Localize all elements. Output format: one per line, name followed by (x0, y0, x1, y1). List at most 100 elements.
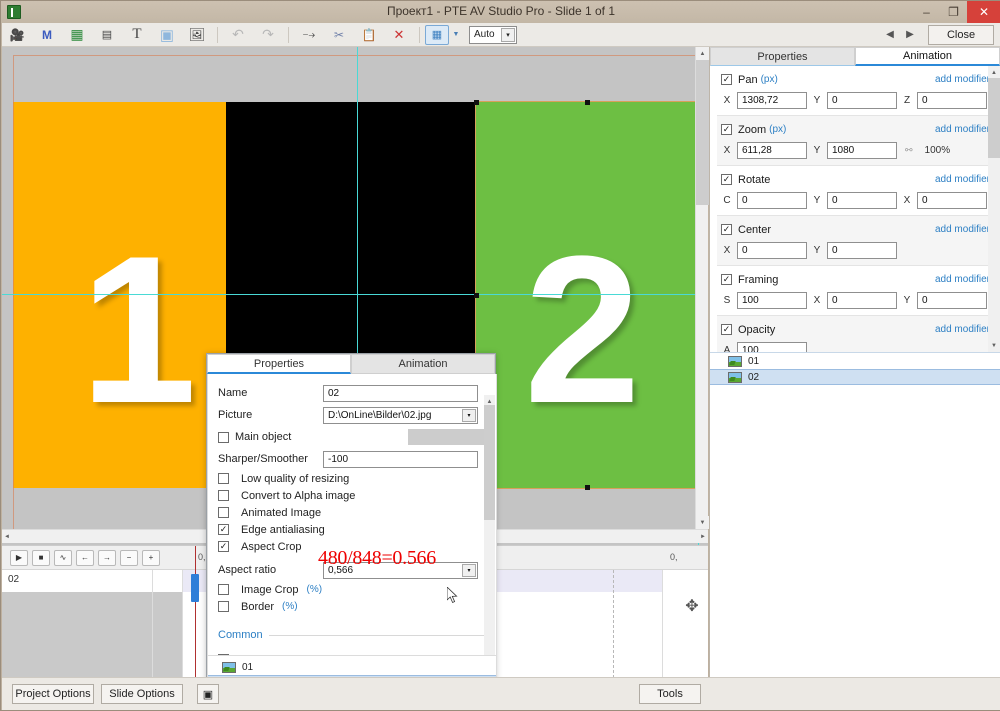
right-panel-scrollbar[interactable]: ▲ ▼ (988, 66, 1000, 352)
object-orange-panel[interactable]: 1 (13, 102, 226, 488)
opacity-add-modifier-link[interactable]: add modifier (935, 324, 990, 335)
cut-icon[interactable]: ✂ (324, 24, 354, 46)
zoom-add-modifier-link[interactable]: add modifier (935, 124, 990, 135)
checkbox-animated-image[interactable]: Animated Image (208, 504, 496, 521)
rp-scroll-thumb[interactable] (988, 78, 1000, 158)
center-checkbox[interactable]: ✓ (721, 224, 732, 235)
picture-input[interactable]: D:\OnLine\Bilder\02.jpg ▾ (323, 406, 478, 424)
framing-y-input[interactable]: 0 (917, 292, 987, 309)
low-quality-checkbox[interactable] (218, 473, 229, 484)
chevron-down-icon[interactable]: ▾ (462, 408, 476, 422)
framing-add-modifier-link[interactable]: add modifier (935, 274, 990, 285)
scroll-down-icon[interactable]: ▼ (696, 516, 709, 529)
center-y-input[interactable]: 0 (827, 242, 897, 259)
next-slide-button[interactable]: ▶ (900, 29, 920, 40)
prev-slide-button[interactable]: ◀ (880, 29, 900, 40)
move-handle-icon[interactable]: ✥ (682, 596, 702, 616)
next-keyframe-button[interactable]: → (98, 549, 116, 566)
redo-icon[interactable]: ↷ (253, 24, 283, 46)
scroll-up-icon[interactable]: ▲ (696, 47, 709, 60)
scroll-right-icon[interactable]: ► (700, 534, 706, 540)
preview-icon[interactable]: ▣ (197, 684, 219, 704)
center-add-modifier-link[interactable]: add modifier (935, 224, 990, 235)
mask-icon[interactable]: M (32, 24, 62, 46)
chevron-down-icon[interactable]: ▾ (462, 563, 476, 577)
framing-x-input[interactable]: 0 (827, 292, 897, 309)
rotate-c-input[interactable]: 0 (737, 192, 807, 209)
checkbox-image-crop[interactable]: Image Crop (%) (208, 581, 496, 598)
dialog-scrollbar[interactable]: ▲ ▼ (484, 395, 495, 655)
text-icon[interactable]: T (122, 24, 152, 46)
dialog-list-item-01[interactable]: 01 (208, 659, 496, 675)
button-object-icon[interactable]: ▤ (92, 24, 122, 46)
animation-settings-scroll[interactable]: ✓ Pan (px) add modifier X 1308,72 Y 0 Z … (710, 66, 1000, 352)
tab-properties[interactable]: Properties (710, 47, 855, 66)
opacity-a-input[interactable]: 100 (737, 342, 807, 352)
zoom-y-input[interactable]: 1080 (827, 142, 897, 159)
zoom-in-button[interactable]: + (142, 549, 160, 566)
frame-icon[interactable]: ▦ (62, 24, 92, 46)
maximize-button[interactable]: ❐ (940, 1, 967, 23)
center-x-input[interactable]: 0 (737, 242, 807, 259)
image-crop-checkbox[interactable] (218, 584, 229, 595)
objects-list[interactable]: 01 02 (710, 352, 1000, 677)
dlg-scroll-thumb[interactable] (484, 405, 495, 520)
tools-button[interactable]: Tools (639, 684, 701, 704)
color-preview-box[interactable] (408, 429, 486, 445)
grid-toggle-icon[interactable]: ▦ (425, 24, 449, 45)
grid-dropdown-icon[interactable]: ▼ (449, 24, 463, 46)
play-button[interactable]: ▶ (10, 549, 28, 566)
sharper-input[interactable]: -100 (323, 450, 478, 468)
link-aspect-icon[interactable]: ⚯ (905, 145, 913, 156)
zoom-checkbox[interactable]: ✓ (721, 124, 732, 135)
list-item-object-02[interactable]: 02 (710, 369, 1000, 385)
rotate-add-modifier-link[interactable]: add modifier (935, 174, 990, 185)
close-editor-button[interactable]: Close (928, 24, 994, 45)
close-window-button[interactable]: ✕ (967, 1, 1000, 23)
pan-checkbox[interactable]: ✓ (721, 74, 732, 85)
minimize-button[interactable]: – (913, 1, 940, 23)
slide-options-button[interactable]: Slide Options (101, 684, 183, 704)
waveform-button[interactable]: ∿ (54, 549, 72, 566)
scroll-left-icon[interactable]: ◄ (4, 534, 10, 540)
checkbox-low-quality[interactable]: Low quality of resizing (208, 470, 496, 487)
zoom-x-input[interactable]: 611,28 (737, 142, 807, 159)
opacity-checkbox[interactable]: ✓ (721, 324, 732, 335)
chevron-down-icon[interactable]: ▾ (501, 27, 515, 42)
stop-button[interactable]: ■ (32, 549, 50, 566)
project-options-button[interactable]: Project Options (12, 684, 94, 704)
animated-image-checkbox[interactable] (218, 507, 229, 518)
canvas-vertical-scrollbar[interactable]: ▲ ▼ (695, 47, 709, 529)
framing-s-input[interactable]: 100 (737, 292, 807, 309)
border-checkbox[interactable] (218, 601, 229, 612)
name-input[interactable]: 02 (323, 384, 478, 402)
pan-y-input[interactable]: 0 (827, 92, 897, 109)
copy-icon[interactable]: ⤍ (294, 24, 324, 46)
pan-add-modifier-link[interactable]: add modifier (935, 74, 990, 85)
delete-icon[interactable]: ✕ (384, 24, 414, 46)
timeline-playhead-grip[interactable] (191, 574, 199, 602)
undo-icon[interactable]: ↶ (223, 24, 253, 46)
checkbox-edge-antialiasing[interactable]: ✓ Edge antialiasing (208, 521, 496, 538)
video-clip-icon[interactable]: 🎥 (2, 24, 32, 46)
list-item-object-01[interactable]: 01 (710, 353, 1000, 369)
pan-x-input[interactable]: 1308,72 (737, 92, 807, 109)
rotate-checkbox[interactable]: ✓ (721, 174, 732, 185)
zoom-level-select[interactable]: Auto ▾ (469, 25, 517, 44)
rotate-x-input[interactable]: 0 (917, 192, 987, 209)
rotate-y-input[interactable]: 0 (827, 192, 897, 209)
tab-animation[interactable]: Animation (855, 47, 1000, 66)
aspect-crop-checkbox[interactable]: ✓ (218, 541, 229, 552)
timeline-playhead[interactable] (195, 546, 196, 678)
framing-checkbox[interactable]: ✓ (721, 274, 732, 285)
edge-antialiasing-checkbox[interactable]: ✓ (218, 524, 229, 535)
checkbox-convert-alpha[interactable]: Convert to Alpha image (208, 487, 496, 504)
dialog-tab-animation[interactable]: Animation (351, 354, 495, 374)
main-object-checkbox[interactable] (218, 431, 229, 443)
rectangle-icon[interactable]: ▣ (152, 24, 182, 46)
image-icon[interactable]: 🖼 (182, 24, 212, 46)
object-green-panel[interactable]: 2 (476, 102, 698, 488)
zoom-out-button[interactable]: − (120, 549, 138, 566)
prev-keyframe-button[interactable]: ← (76, 549, 94, 566)
convert-alpha-checkbox[interactable] (218, 490, 229, 501)
